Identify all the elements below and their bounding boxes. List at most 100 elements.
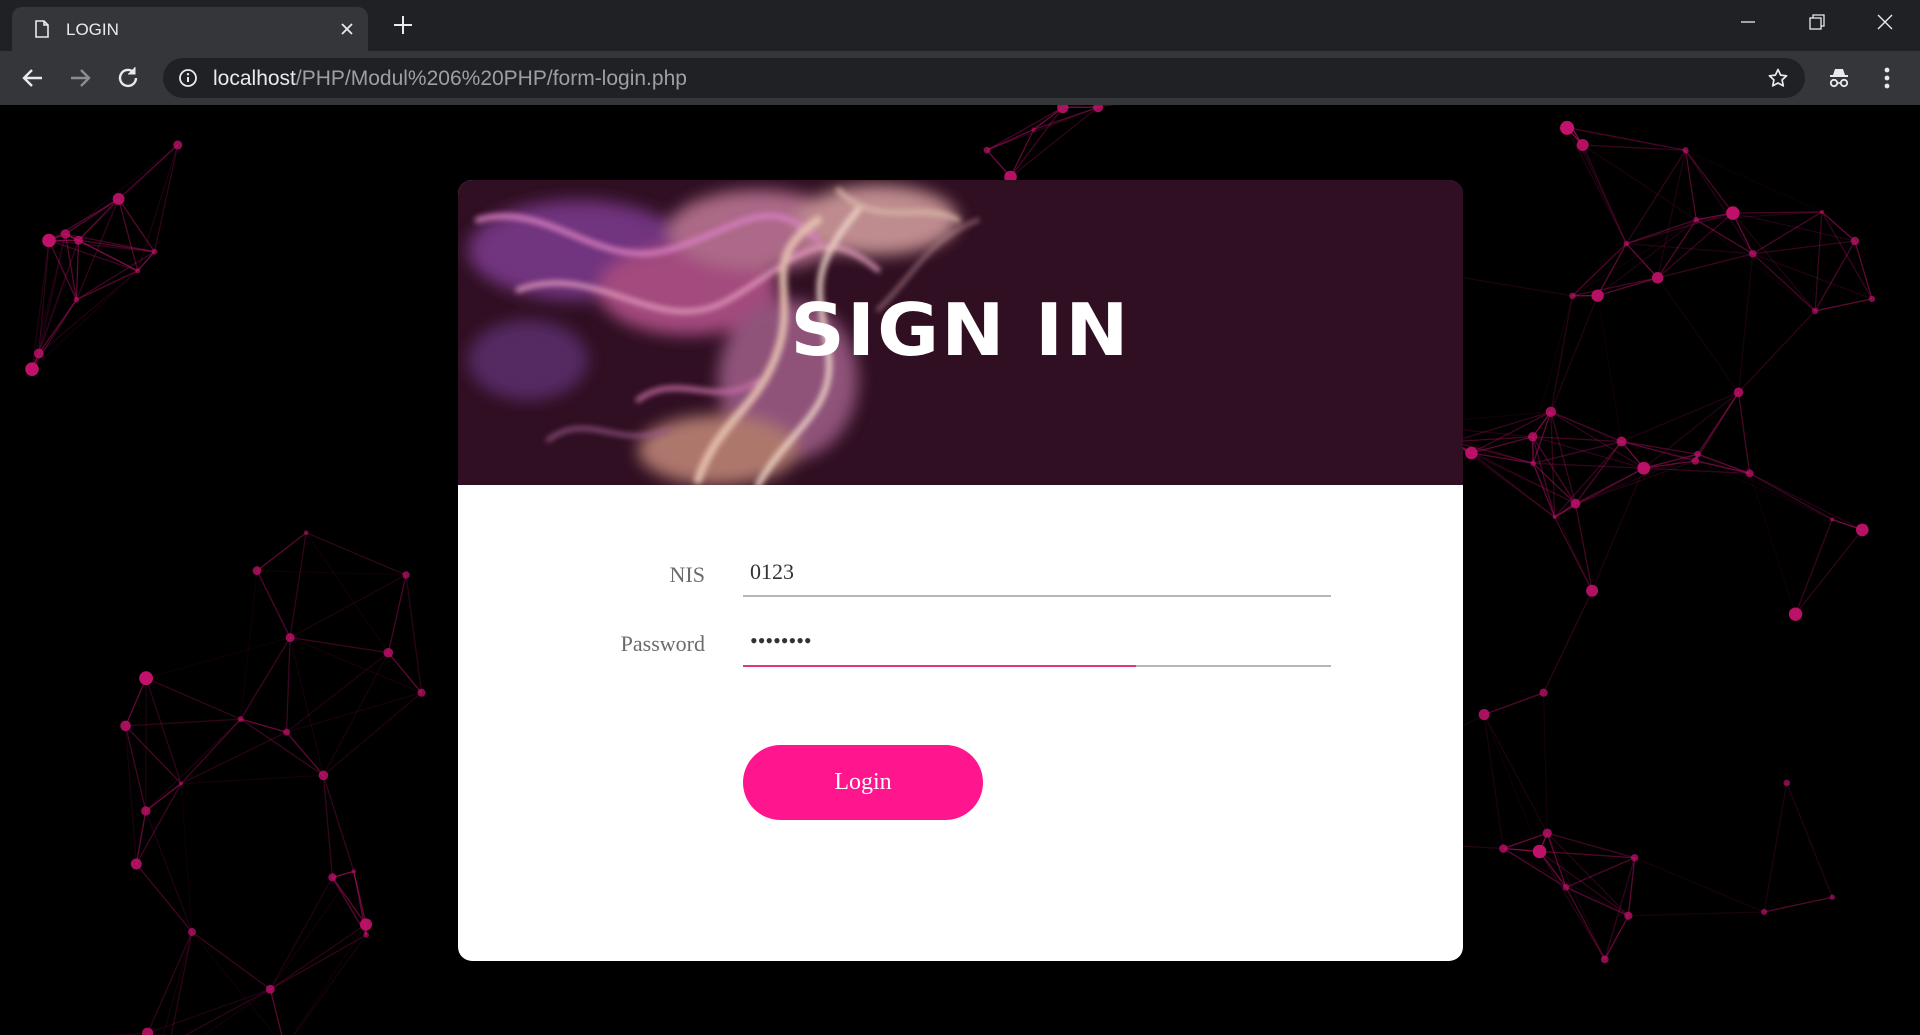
network-line xyxy=(1786,782,1833,898)
network-node xyxy=(328,873,337,882)
arrow-right-icon[interactable] xyxy=(66,64,94,92)
network-line xyxy=(75,240,80,300)
network-node xyxy=(33,348,44,359)
network-node xyxy=(1539,688,1548,697)
network-node xyxy=(1570,498,1581,509)
restore-icon[interactable] xyxy=(1803,10,1829,34)
network-line xyxy=(180,731,287,785)
incognito-icon[interactable] xyxy=(1826,65,1852,91)
network-line xyxy=(256,570,291,638)
network-node xyxy=(139,671,154,686)
network-line xyxy=(31,270,139,370)
network-line xyxy=(1572,277,1658,297)
plus-icon[interactable] xyxy=(392,14,414,36)
network-node xyxy=(1624,911,1633,920)
network-node xyxy=(1850,236,1860,246)
network-node xyxy=(187,928,196,937)
network-node xyxy=(74,235,84,245)
network-line xyxy=(1571,243,1627,297)
network-node xyxy=(417,688,426,697)
login-card: SIGN IN NIS Password Login xyxy=(458,180,1463,961)
network-node xyxy=(1532,844,1547,859)
network-line xyxy=(1795,529,1863,615)
network-node xyxy=(1576,139,1589,152)
network-line xyxy=(289,636,422,694)
network-line xyxy=(1752,211,1823,255)
network-node xyxy=(1733,387,1744,398)
network-line xyxy=(145,677,182,784)
window-close-icon[interactable] xyxy=(1872,10,1898,34)
network-node xyxy=(1829,894,1835,900)
network-node xyxy=(1562,883,1570,891)
network-node xyxy=(285,633,295,643)
network-line xyxy=(1596,295,1623,442)
network-node xyxy=(283,728,291,736)
reload-icon[interactable] xyxy=(114,64,142,92)
network-line xyxy=(145,783,182,812)
network-line xyxy=(1097,105,1115,108)
network-line xyxy=(1550,295,1574,412)
network-line xyxy=(1763,782,1788,913)
network-node xyxy=(1868,295,1876,303)
password-focus-underline xyxy=(743,665,1136,667)
network-node xyxy=(1600,955,1609,964)
network-line xyxy=(323,692,422,776)
network-line xyxy=(1621,440,1698,455)
network-line xyxy=(1657,277,1740,393)
network-line xyxy=(986,106,1099,151)
network-line xyxy=(1749,472,1863,531)
network-node xyxy=(252,566,262,576)
url-path: /PHP/Modul%206%20PHP/form-login.php xyxy=(295,67,687,90)
network-line xyxy=(117,198,139,271)
network-node xyxy=(1819,209,1825,215)
url-host: localhost xyxy=(213,67,296,90)
close-icon[interactable] xyxy=(338,20,356,38)
network-node xyxy=(1586,584,1599,597)
network-node xyxy=(73,296,80,303)
network-node xyxy=(120,720,131,732)
nis-input[interactable] xyxy=(743,552,1331,592)
kebab-menu-icon[interactable] xyxy=(1878,65,1896,91)
network-line xyxy=(1546,832,1629,917)
network-line xyxy=(1574,503,1593,591)
network-node xyxy=(173,140,183,150)
browser-toolbar: localhost/PHP/Modul%206%20PHP/form-login… xyxy=(0,51,1920,105)
minimize-icon[interactable] xyxy=(1735,10,1761,34)
url-text[interactable]: localhost/PHP/Modul%206%20PHP/form-login… xyxy=(213,67,687,91)
network-line xyxy=(1532,436,1556,518)
network-node xyxy=(142,1027,154,1035)
network-node xyxy=(1651,272,1664,284)
network-node xyxy=(1830,517,1835,522)
network-node xyxy=(42,233,56,248)
network-line xyxy=(184,988,271,1035)
network-node xyxy=(1691,457,1700,465)
network-node xyxy=(1591,289,1604,302)
login-button[interactable]: Login xyxy=(743,745,983,820)
network-line xyxy=(1697,453,1833,521)
network-line xyxy=(1695,460,1833,521)
network-node xyxy=(1478,709,1490,721)
network-line xyxy=(1483,714,1541,852)
star-icon[interactable] xyxy=(1767,67,1789,89)
network-line xyxy=(1814,240,1856,312)
network-line xyxy=(76,270,138,301)
network-line xyxy=(256,570,407,576)
arrow-left-icon[interactable] xyxy=(19,64,47,92)
network-node xyxy=(1748,250,1757,258)
network-line xyxy=(147,931,193,1034)
network-line xyxy=(240,718,287,733)
browser-tab[interactable]: LOGIN xyxy=(12,7,368,51)
tab-strip: LOGIN xyxy=(0,0,1920,51)
network-node xyxy=(1545,406,1557,418)
password-input[interactable] xyxy=(743,621,1331,661)
network-node xyxy=(351,869,356,874)
address-bar[interactable]: localhost/PHP/Modul%206%20PHP/form-login… xyxy=(163,58,1805,98)
network-node xyxy=(1694,450,1702,458)
network-node xyxy=(1623,240,1630,247)
network-line xyxy=(1539,850,1629,917)
network-node xyxy=(1560,120,1575,135)
network-line xyxy=(1695,219,1816,312)
network-line xyxy=(1737,392,1751,474)
network-node xyxy=(1031,127,1036,132)
info-icon[interactable] xyxy=(178,68,198,88)
